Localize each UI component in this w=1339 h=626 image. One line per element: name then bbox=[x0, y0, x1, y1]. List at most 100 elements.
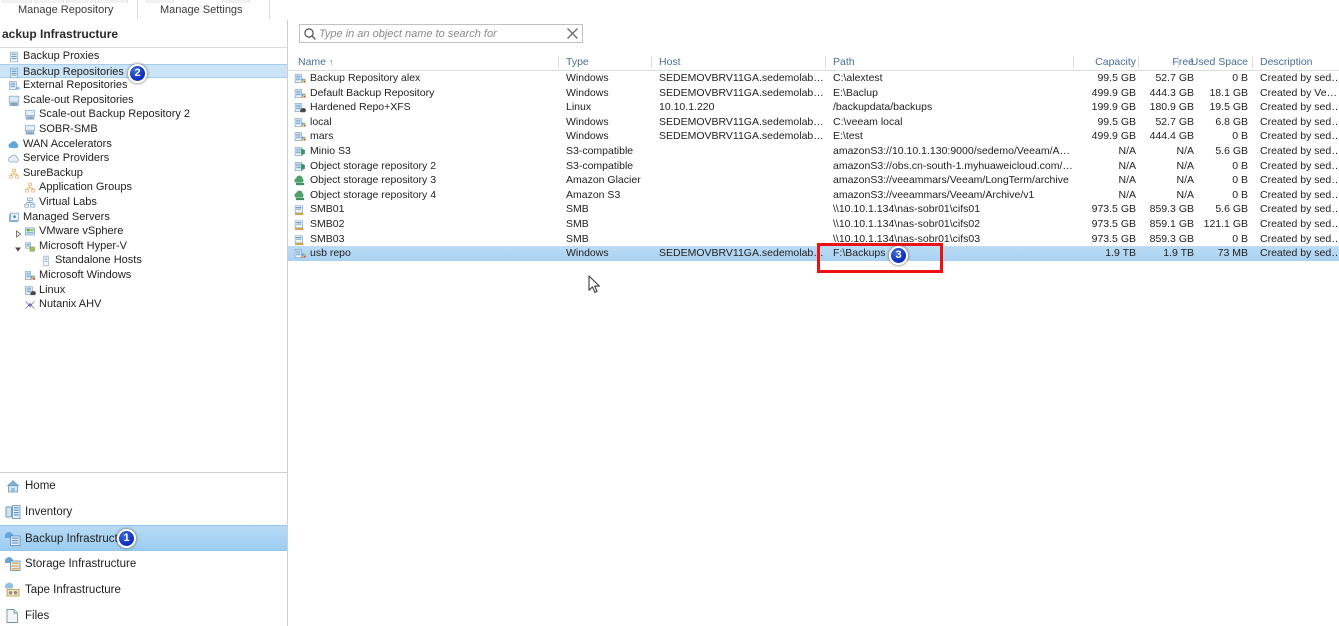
column-header-label: Type bbox=[566, 56, 589, 68]
nav-item-label: Tape Infrastructure bbox=[25, 584, 121, 596]
cell-capacity: 499.9 GB bbox=[1091, 86, 1136, 99]
table-row[interactable]: Object storage repository 3 Amazon Glacie… bbox=[288, 173, 1339, 188]
column-divider[interactable] bbox=[1178, 56, 1179, 68]
linux-icon bbox=[24, 285, 36, 297]
tree-item-sobr-smb[interactable]: SOBR-SMB bbox=[0, 122, 287, 137]
ribbon-button-stub[interactable] bbox=[66, 0, 96, 3]
column-header-path[interactable]: Path bbox=[833, 56, 1073, 68]
nav-item-label: Inventory bbox=[25, 506, 73, 518]
windows-repository-icon bbox=[294, 117, 306, 129]
nutanix-ahv-icon bbox=[24, 299, 36, 311]
search-box[interactable] bbox=[299, 24, 583, 43]
tree-item-label: WAN Accelerators bbox=[23, 137, 112, 150]
cell-description: Created by sedemol bbox=[1260, 247, 1339, 260]
tree-item-managed-servers[interactable]: Managed Servers bbox=[0, 210, 287, 225]
ribbon-button-stub[interactable] bbox=[222, 0, 250, 3]
ribbon-button-stub[interactable] bbox=[98, 0, 128, 3]
table-row[interactable]: SMB01 SMB \\10.10.1.134\nas-sobr01\cifs01 9… bbox=[288, 202, 1339, 217]
table-row[interactable]: Minio S3 S3-compatible amazonS3://10.10.1.… bbox=[288, 144, 1339, 159]
column-divider[interactable] bbox=[825, 56, 826, 68]
column-divider[interactable] bbox=[1252, 56, 1253, 68]
cell-description: Created by sedemol bbox=[1260, 188, 1339, 201]
cell-name: SMB03 bbox=[310, 232, 345, 245]
column-header-label: Path bbox=[833, 56, 855, 68]
nav-item-label: Storage Infrastructure bbox=[25, 558, 137, 570]
nav-item-storage-infrastructure[interactable]: Storage Infrastructure bbox=[0, 551, 287, 577]
ribbon-button-stub[interactable] bbox=[146, 0, 174, 3]
nav-item-home[interactable]: Home bbox=[0, 473, 287, 499]
column-header-host[interactable]: Host bbox=[659, 56, 824, 68]
scale-out-repository-icon bbox=[8, 95, 20, 107]
table-row[interactable]: Object storage repository 2 S3-compatible… bbox=[288, 159, 1339, 174]
ribbon-button-stub[interactable] bbox=[2, 0, 32, 3]
cell-description: Created by sedemol bbox=[1260, 217, 1339, 230]
tree-item-application-groups[interactable]: Application Groups bbox=[0, 180, 287, 195]
column-header-capacity[interactable]: Capacity bbox=[1081, 56, 1136, 68]
cell-description: Created by sedemol bbox=[1260, 232, 1339, 245]
scale-out-backup-icon bbox=[24, 124, 36, 136]
tree-item-service-providers[interactable]: Service Providers bbox=[0, 151, 287, 166]
cell-description: Created by sedemol bbox=[1260, 130, 1339, 143]
callout-badge-2: 2 bbox=[128, 64, 147, 83]
table-row[interactable]: Hardened Repo+XFS Linux 10.10.1.220/backup… bbox=[288, 100, 1339, 115]
cell-used-space: 18.1 GB bbox=[1209, 86, 1248, 99]
table-row[interactable]: Object storage repository 4 Amazon S3 amaz… bbox=[288, 188, 1339, 203]
nav-item-backup-infrastructure[interactable]: Backup Infrastructure bbox=[0, 525, 287, 551]
tree-item-label: Nutanix AHV bbox=[39, 298, 102, 311]
table-row[interactable]: mars Windows SEDEMOVBRV11GA.sedemolab.loca… bbox=[288, 129, 1339, 144]
column-divider[interactable] bbox=[558, 56, 559, 68]
cell-description: Created by sedemol bbox=[1260, 203, 1339, 216]
nav-item-files[interactable]: Files bbox=[0, 603, 287, 626]
table-row[interactable]: SMB02 SMB \\10.10.1.134\nas-sobr01\cifs02 9… bbox=[288, 217, 1339, 232]
column-divider[interactable] bbox=[1138, 56, 1139, 68]
backup-proxy-icon bbox=[8, 51, 20, 63]
tree-item-scale-out-backup-repository-2[interactable]: Scale-out Backup Repository 2 bbox=[0, 107, 287, 122]
column-divider[interactable] bbox=[651, 56, 652, 68]
table-row[interactable]: local Windows SEDEMOVBRV11GA.sedemolab.loc… bbox=[288, 115, 1339, 130]
column-divider[interactable] bbox=[1073, 56, 1074, 68]
cell-capacity: 499.9 GB bbox=[1091, 130, 1136, 143]
tree-item-wan-accelerators[interactable]: WAN Accelerators bbox=[0, 137, 287, 152]
table-row[interactable]: SMB03 SMB \\10.10.1.134\nas-sobr01\cifs03 9… bbox=[288, 232, 1339, 247]
cell-used-space: 6.8 GB bbox=[1215, 115, 1248, 128]
column-header-description[interactable]: Description bbox=[1260, 56, 1339, 68]
external-repository-icon bbox=[8, 80, 20, 92]
table-row[interactable]: usb repo Windows SEDEMOVBRV11GA.sedemolab.… bbox=[288, 246, 1339, 261]
cell-name: Backup Repository alex bbox=[310, 72, 421, 84]
tree-item-label: Managed Servers bbox=[23, 210, 110, 223]
cell-name: Default Backup Repository bbox=[310, 86, 435, 99]
tree-item-microsoft-hyper-v[interactable]: Microsoft Hyper-V bbox=[0, 239, 287, 254]
tree-item-scale-out-repositories[interactable]: Scale-out Repositories bbox=[0, 93, 287, 108]
tree-item-nutanix-ahv[interactable]: Nutanix AHV bbox=[0, 297, 287, 312]
tree-item-standalone-hosts[interactable]: Standalone Hosts bbox=[0, 253, 287, 268]
column-header-type[interactable]: Type bbox=[566, 56, 651, 68]
ribbon-button-stub[interactable] bbox=[34, 0, 64, 3]
table-row[interactable]: Default Backup Repository Windows SEDEMOVB… bbox=[288, 86, 1339, 101]
surebackup-icon bbox=[8, 168, 20, 180]
tree-item-virtual-labs[interactable]: Virtual Labs bbox=[0, 195, 287, 210]
tree-item-label: Service Providers bbox=[23, 152, 110, 165]
column-header-used-space[interactable]: Used Space bbox=[1186, 56, 1248, 68]
search-input[interactable] bbox=[319, 25, 559, 42]
table-body: Backup Repository alex Windows SEDEMOVBRV1… bbox=[288, 71, 1339, 261]
table-row[interactable]: Backup Repository alex Windows SEDEMOVBRV1… bbox=[288, 71, 1339, 86]
main-content-area: Name↑TypeHostPathCapacityFreeUsed SpaceD… bbox=[288, 20, 1339, 625]
chevron-right-icon[interactable] bbox=[14, 228, 22, 239]
tree-item-surebackup[interactable]: SureBackup bbox=[0, 166, 287, 181]
nav-item-tape-infrastructure[interactable]: Tape Infrastructure bbox=[0, 577, 287, 603]
cell-name: usb repo bbox=[310, 247, 351, 260]
tree-item-backup-proxies[interactable]: Backup Proxies bbox=[0, 49, 287, 64]
column-header-name[interactable]: Name ↑ bbox=[298, 56, 553, 68]
tree-panel-title: ackup Infrastructure bbox=[0, 20, 287, 48]
cell-host: SEDEMOVBRV11GA.sedemolab.local bbox=[659, 130, 824, 143]
cell-capacity: N/A bbox=[1118, 159, 1136, 172]
tree-item-linux[interactable]: Linux bbox=[0, 283, 287, 298]
cell-type: S3-compatible bbox=[566, 159, 634, 172]
tree-item-vmware-vsphere[interactable]: VMware vSphere bbox=[0, 224, 287, 239]
clear-search-icon[interactable] bbox=[566, 27, 579, 40]
nav-item-inventory[interactable]: Inventory bbox=[0, 499, 287, 525]
chevron-down-icon[interactable] bbox=[14, 243, 22, 252]
cell-capacity: 973.5 GB bbox=[1091, 217, 1136, 230]
tree-item-microsoft-windows[interactable]: Microsoft Windows bbox=[0, 268, 287, 283]
smb-repository-icon bbox=[294, 234, 306, 246]
